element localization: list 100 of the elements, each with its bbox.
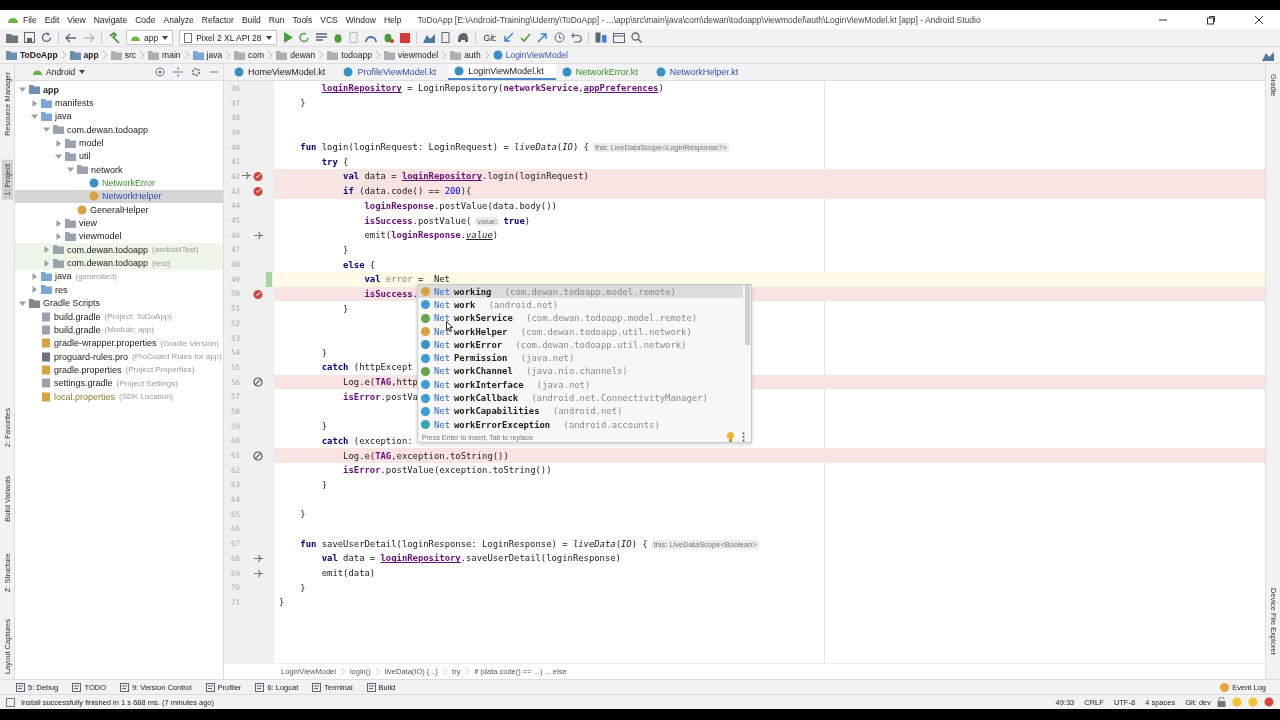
undo-icon[interactable] — [570, 32, 582, 43]
history-icon[interactable] — [553, 32, 565, 43]
expand-arrow-icon[interactable] — [67, 166, 74, 174]
breadcrumb-item[interactable]: viewmodel — [383, 50, 439, 60]
breakpoint-icon[interactable] — [253, 186, 263, 197]
settings-icon[interactable] — [191, 67, 201, 77]
tree-item[interactable]: gradle.properties — [54, 364, 122, 375]
play-icon[interactable] — [282, 32, 293, 43]
expand-arrow-icon[interactable] — [55, 219, 62, 227]
menu-item[interactable]: Analyze — [159, 14, 198, 25]
breakpoint-icon[interactable] — [253, 288, 263, 299]
expand-arrow-icon[interactable] — [55, 232, 62, 240]
back-arrow-icon[interactable] — [65, 32, 77, 43]
more-icon[interactable] — [742, 432, 745, 443]
restore-icon[interactable] — [1206, 14, 1216, 25]
completion-item[interactable]: Net workService (com.dewan.todoapp.model.remote) — [418, 311, 743, 325]
search-icon[interactable] — [630, 32, 642, 43]
tree-item[interactable]: gradle-wrapper.properties — [54, 338, 157, 349]
menu-item[interactable]: Build — [237, 14, 265, 25]
breadcrumb-item[interactable]: LoginViewModel — [492, 50, 568, 60]
menu-item[interactable]: Run — [264, 14, 289, 25]
phone-icon[interactable] — [440, 32, 451, 43]
editor-tab[interactable]: LoginViewModel.kt — [448, 64, 556, 80]
list-icon[interactable] — [315, 32, 327, 43]
bug-icon[interactable] — [332, 32, 343, 43]
sdk-manager-icon[interactable] — [422, 32, 435, 43]
tree-item[interactable]: com.dewan.todoapp — [67, 244, 149, 255]
editor-tab[interactable]: ProfileViewModel.kt — [337, 64, 449, 80]
expand-arrow-icon[interactable] — [43, 126, 50, 134]
expand-arrow-icon[interactable] — [55, 152, 62, 160]
expand-arrow-icon[interactable] — [55, 139, 62, 147]
change-marker[interactable] — [266, 271, 272, 287]
breadcrumb-item[interactable]: src — [110, 50, 137, 60]
editor-tab[interactable]: HomeViewModel.kt — [228, 64, 338, 80]
save-icon[interactable] — [24, 32, 35, 43]
menu-item[interactable]: File — [19, 14, 41, 25]
update-arrow-icon[interactable] — [502, 32, 514, 43]
tree-item[interactable]: network — [91, 164, 123, 175]
expand-arrow-icon[interactable] — [31, 112, 38, 120]
expand-arrow-icon[interactable] — [31, 286, 38, 294]
completion-item[interactable]: Net workCapabilities (android.net) — [418, 404, 743, 418]
completion-item[interactable]: Net workError (com.dewan.todoapp.util.network) — [418, 338, 743, 352]
tree-item[interactable]: GeneralHelper — [90, 204, 149, 215]
expand-arrow-icon[interactable] — [19, 299, 26, 307]
menu-item[interactable]: Help — [379, 14, 406, 25]
tree-item[interactable]: proguard-rules.pro — [54, 351, 129, 362]
expand-arrow-icon[interactable] — [43, 259, 50, 267]
tree-item[interactable]: util — [79, 151, 91, 162]
completion-item[interactable]: Net Permission (java.net) — [418, 351, 743, 365]
completion-item[interactable]: Net workCallback (android.net.ConnectivityManager) — [418, 391, 743, 405]
tree-item[interactable]: NetworkError — [102, 178, 155, 189]
menu-item[interactable]: View — [63, 14, 90, 25]
menu-item[interactable]: Navigate — [89, 14, 132, 25]
sync-icon[interactable] — [41, 32, 52, 43]
tree-item[interactable]: settings.gradle — [54, 378, 113, 389]
tree-item[interactable]: view — [79, 218, 97, 229]
tree-item[interactable]: local.properties — [54, 391, 116, 402]
lightbulb-icon[interactable] — [727, 432, 734, 443]
target-icon[interactable] — [155, 67, 165, 77]
menu-item[interactable]: Code — [131, 14, 160, 25]
breadcrumb-item[interactable]: com — [234, 50, 265, 60]
menu-item[interactable]: Tools — [288, 14, 317, 25]
menu-item[interactable]: Window — [341, 14, 380, 25]
completion-item[interactable]: Net workErrorException (android.accounts) — [418, 417, 743, 432]
editor-tab[interactable]: NetworkError.kt — [555, 64, 650, 80]
completion-item[interactable]: Net working (com.dewan.todoapp.model.remote) — [418, 285, 743, 299]
expand-arrow-icon[interactable] — [31, 99, 38, 107]
tree-item[interactable]: res — [55, 284, 68, 295]
panel-toggle-icon[interactable] — [6, 697, 15, 707]
stop-icon[interactable] — [399, 32, 410, 43]
expand-arrow-icon[interactable] — [19, 86, 26, 94]
project-structure-icon[interactable] — [594, 32, 607, 43]
expand-arrow-icon[interactable] — [31, 273, 38, 280]
breadcrumb-item[interactable]: todoapp — [327, 50, 372, 60]
tree-item[interactable]: app — [43, 84, 59, 95]
run-config-dropdown[interactable]: app — [126, 30, 174, 45]
breadcrumb-item[interactable]: dewan — [276, 50, 316, 60]
menu-item[interactable]: VCS — [316, 14, 342, 25]
push-arrow-icon[interactable] — [536, 32, 548, 43]
tree-item[interactable]: java — [55, 271, 72, 282]
breadcrumb-item[interactable]: app — [69, 50, 99, 60]
breadcrumb-item[interactable]: java — [192, 50, 223, 60]
lock-icon[interactable] — [1217, 697, 1226, 707]
tree-item[interactable]: com.dewan.todoapp — [67, 124, 149, 135]
tree-item[interactable]: build.gradle — [54, 324, 101, 335]
layout-icon[interactable] — [612, 32, 625, 43]
menu-item[interactable]: Edit — [40, 14, 64, 25]
checkmark-icon[interactable] — [519, 32, 531, 43]
breakpoint-icon[interactable] — [253, 171, 263, 182]
tree-item[interactable]: Gradle Scripts — [43, 298, 101, 309]
device-dropdown[interactable]: Pixel 2 XL API 28 — [179, 30, 277, 45]
tree-item[interactable]: com.dewan.todoapp — [67, 258, 149, 269]
expand-arrow-icon[interactable] — [43, 246, 50, 254]
bug-icon[interactable] — [382, 32, 394, 43]
completion-item[interactable]: Net workChannel (java.nio.channels) — [418, 364, 743, 379]
close-icon[interactable] — [1254, 14, 1264, 25]
editor-tab[interactable]: NetworkHelper.kt — [649, 64, 751, 80]
completion-item[interactable]: Net workHelper (com.dewan.todoapp.util.network) — [418, 324, 743, 339]
error-icon[interactable] — [1264, 697, 1274, 707]
tree-item[interactable]: build.gradle — [54, 311, 101, 322]
